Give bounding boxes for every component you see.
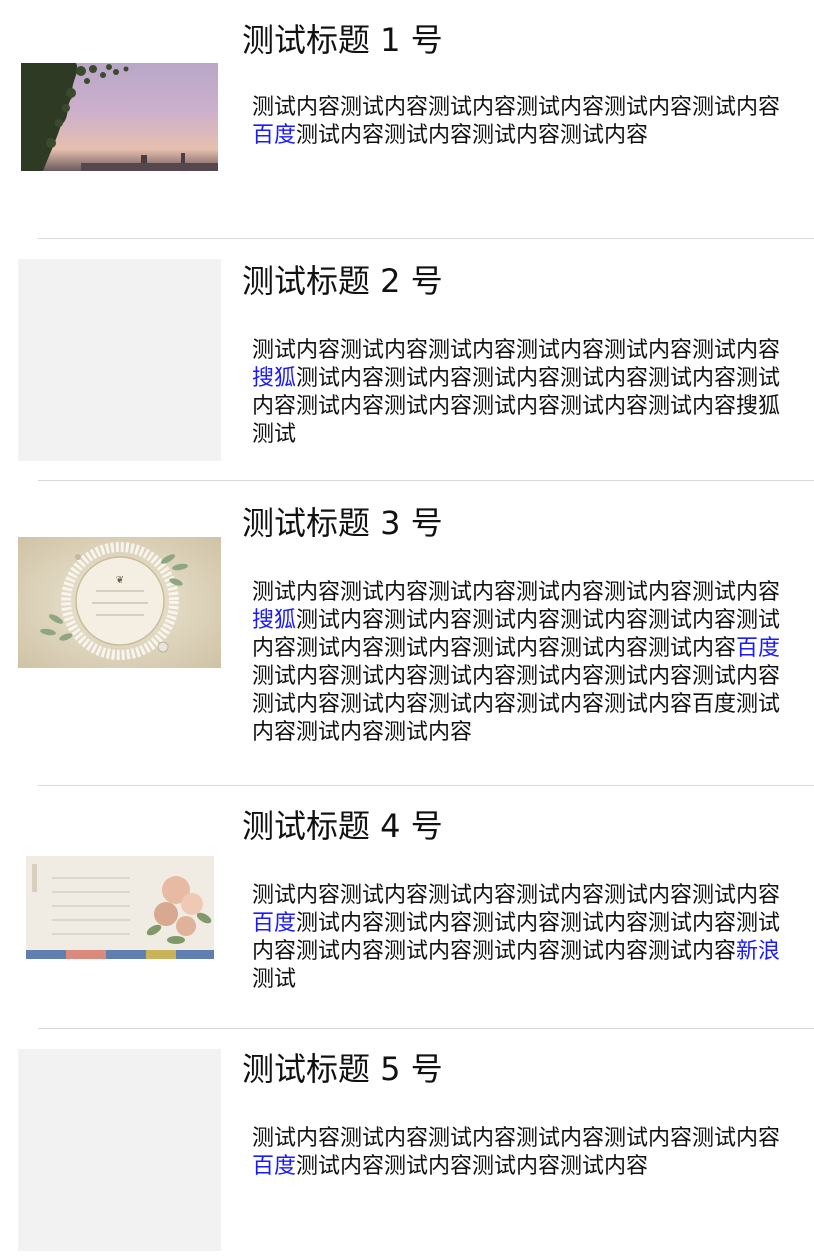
cell-title: 测试标题 5 号 [242,1050,443,1088]
content-text: 测试内容测试内容测试内容测试内容测试内容测试内容测试内容测试内容测试内容测试内容… [252,911,781,964]
content-link[interactable]: 搜狐 [252,366,296,391]
cell-thumbnail-image: ❦ [18,537,221,668]
cell-content: 测试内容测试内容测试内容测试内容测试内容测试内容搜狐测试内容测试内容测试内容测试… [252,337,792,449]
content-link[interactable]: 百度 [252,1154,296,1179]
content-link[interactable]: 百度 [252,911,296,936]
content-text: 测试内容测试内容测试内容测试内容测试内容测试内容 [252,580,781,605]
cell-content: 测试内容测试内容测试内容测试内容测试内容测试内容搜狐测试内容测试内容测试内容测试… [252,579,792,747]
content-text: 测试内容测试内容测试内容测试内容 [296,123,649,148]
content-text: 测试内容测试内容测试内容测试内容 [296,1154,649,1179]
cell-title: 测试标题 1 号 [242,21,443,59]
table-row[interactable]: ❦ 测试标题 3 号 测试内容测试内容测试内容测试内容测试内容测试内容搜狐测试内… [0,481,814,785]
svg-text:❦: ❦ [116,575,124,586]
content-link[interactable]: 搜狐 [252,608,296,633]
table-row[interactable]: 测试标题 1 号 测试内容测试内容测试内容测试内容测试内容测试内容百度测试内容测… [0,0,814,238]
content-text: 测试内容测试内容测试内容测试内容测试内容测试内容 [252,883,781,908]
content-link[interactable]: 百度 [252,123,296,148]
cell-title: 测试标题 2 号 [242,262,443,300]
cell-thumbnail-placeholder [18,1049,221,1251]
cell-title: 测试标题 3 号 [242,504,443,542]
content-text: 测试内容测试内容测试内容测试内容测试内容测试内容测试内容测试内容测试内容测试内容… [252,366,781,447]
content-text: 测试 [252,967,297,992]
cell-content: 测试内容测试内容测试内容测试内容测试内容测试内容百度测试内容测试内容测试内容测试… [252,94,792,150]
content-text: 测试内容测试内容测试内容测试内容测试内容测试内容 [252,338,781,363]
cell-title: 测试标题 4 号 [242,807,443,845]
content-link[interactable]: 新浪 [736,939,780,964]
table-row[interactable]: 测试标题 5 号 测试内容测试内容测试内容测试内容测试内容测试内容百度测试内容测… [0,1029,814,1258]
cell-thumbnail-image [21,63,218,171]
content-text: 测试内容测试内容测试内容测试内容测试内容测试内容测试内容测试内容测试内容测试内容… [252,664,781,745]
table-row[interactable]: 测试标题 4 号 测试内容测试内容测试内容测试内容测试内容测试内容百度测试内容测… [0,786,814,1028]
content-link[interactable]: 百度 [736,636,780,661]
content-text: 测试内容测试内容测试内容测试内容测试内容测试内容测试内容测试内容测试内容测试内容… [252,608,781,661]
cell-thumbnail-image [26,856,214,959]
cell-thumbnail-placeholder [18,259,221,461]
content-text: 测试内容测试内容测试内容测试内容测试内容测试内容 [252,95,781,120]
table-row[interactable]: 测试标题 2 号 测试内容测试内容测试内容测试内容测试内容测试内容搜狐测试内容测… [0,239,814,480]
cell-content: 测试内容测试内容测试内容测试内容测试内容测试内容百度测试内容测试内容测试内容测试… [252,882,792,994]
cell-content: 测试内容测试内容测试内容测试内容测试内容测试内容百度测试内容测试内容测试内容测试… [252,1125,792,1181]
content-text: 测试内容测试内容测试内容测试内容测试内容测试内容 [252,1126,781,1151]
